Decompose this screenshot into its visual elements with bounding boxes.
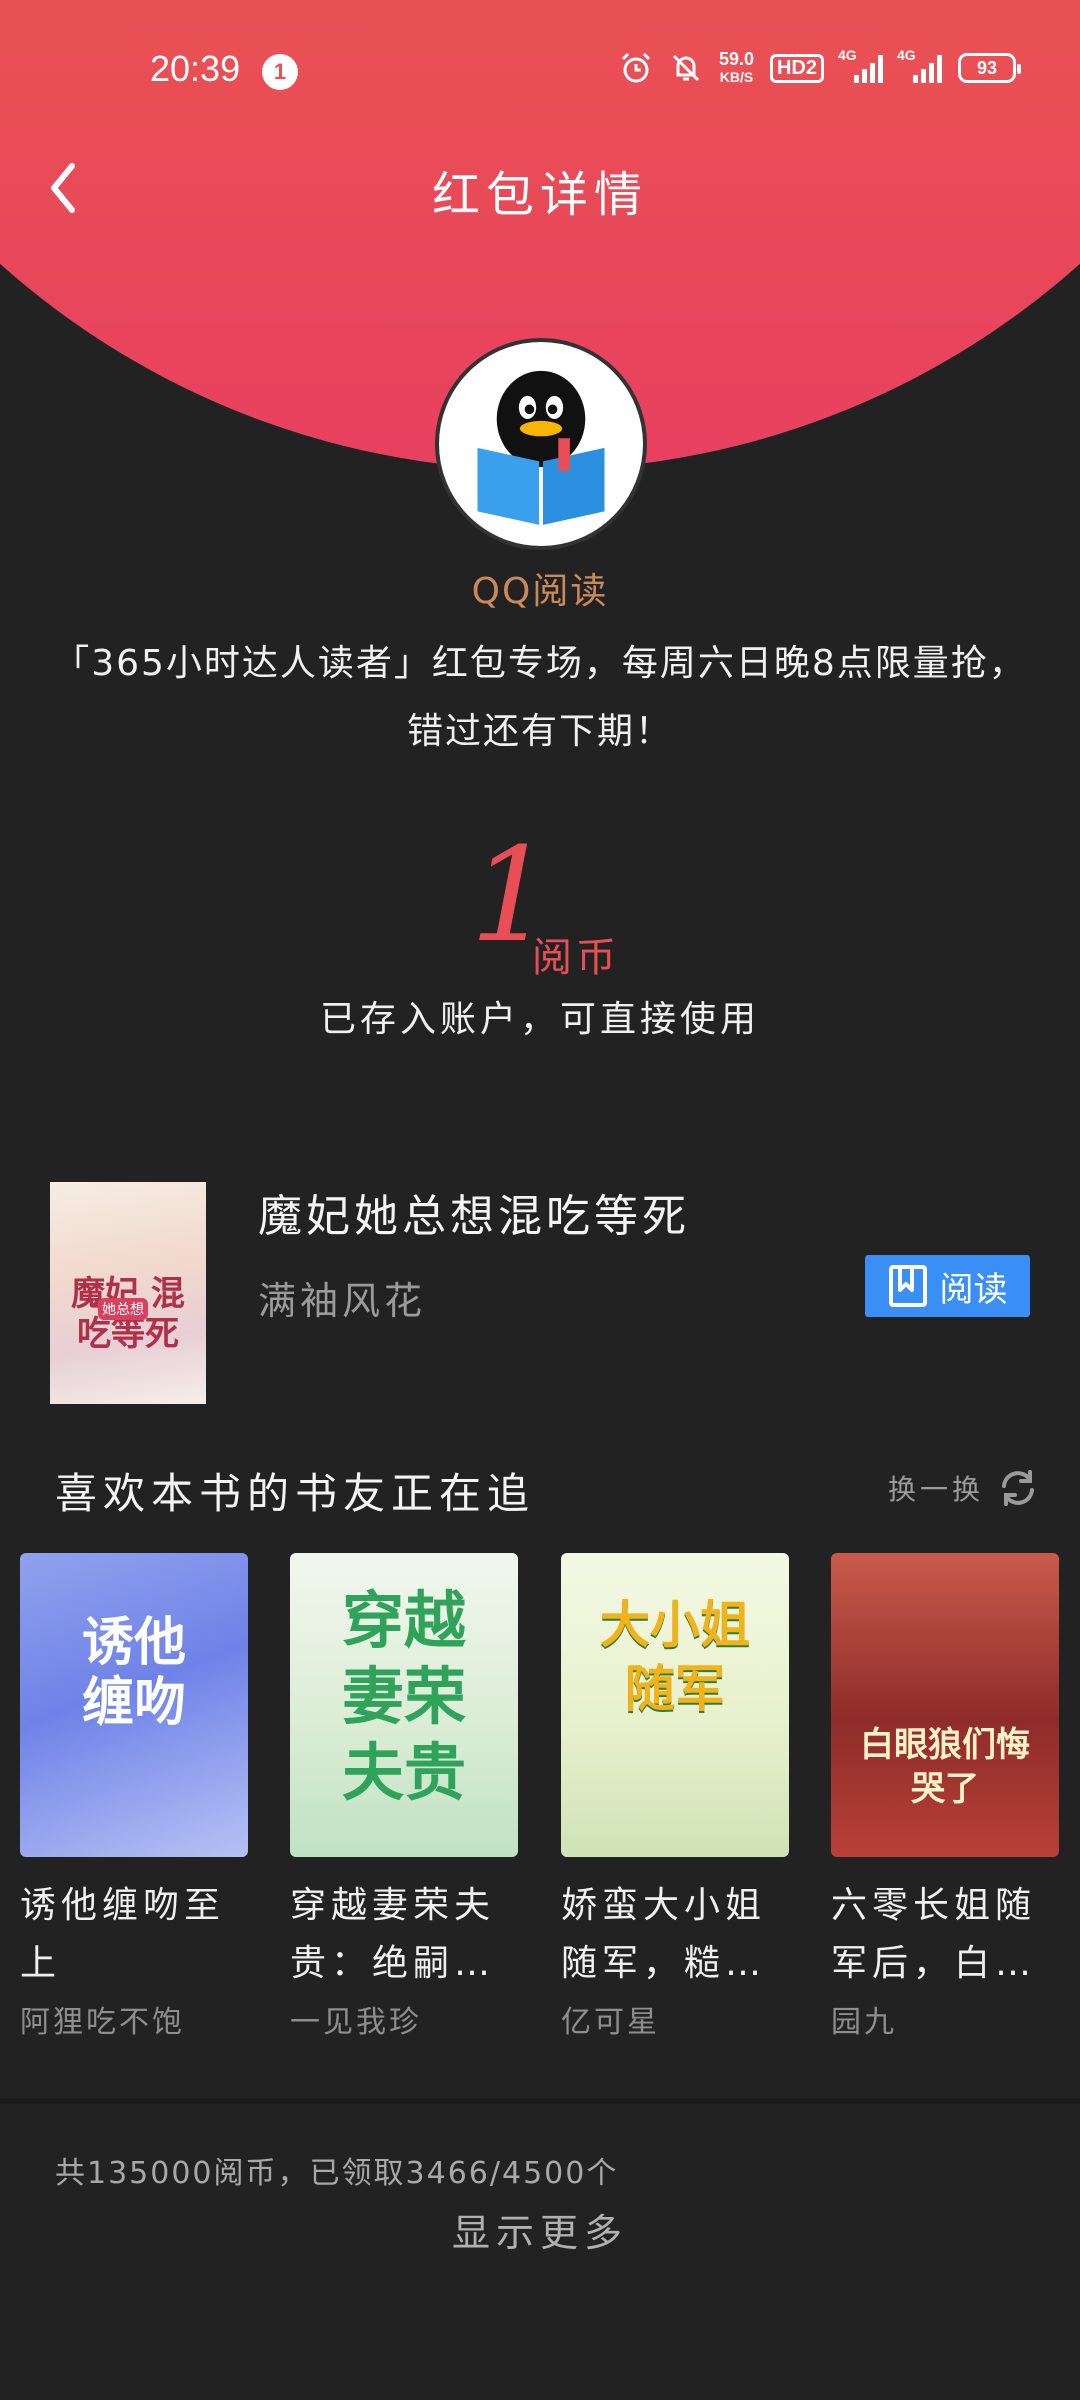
section-divider [0, 2098, 1080, 2104]
book-cover[interactable]: 魔妃 混吃等死 她总想 [50, 1182, 206, 1404]
battery-indicator: 93 [958, 53, 1021, 83]
recommend-author: 园九 [831, 2005, 897, 2040]
network-speed: 59.0 KB/S [719, 50, 754, 86]
signal-icon: 4G [838, 47, 883, 83]
recommend-item[interactable]: 白眼狼们悔哭了 六零长姐随军后，白… 园九 [831, 1553, 1059, 2041]
mute-bell-icon [672, 54, 699, 82]
hd-voice-badge: HD2 [769, 53, 824, 83]
swap-button-label: 换一换 [887, 1473, 984, 1506]
recommend-item[interactable]: 诱他缠吻 诱他缠吻至上 阿狸吃不饱 [20, 1553, 248, 2041]
red-packet-message: 「365小时达人读者」红包专场，每周六日晚8点限量抢，错过还有下期！ [53, 643, 1027, 752]
sender-avatar [435, 338, 647, 550]
recommend-cover: 大小姐随军 [561, 1553, 789, 1857]
recommend-cover-text: 穿越妻荣夫贵 [341, 1584, 466, 1809]
recommend-item[interactable]: 穿越妻荣夫贵 穿越妻荣夫贵：绝嗣… 一见我珍 [290, 1553, 518, 2041]
recommend-title: 诱他缠吻至上 [20, 1885, 226, 1984]
recommend-title: 娇蛮大小姐随军，糙… [561, 1885, 767, 1984]
recommend-author: 亿可星 [561, 2005, 660, 2040]
notification-badge: 1 [262, 54, 298, 90]
refresh-icon [1002, 1470, 1034, 1506]
recommend-cover: 白眼狼们悔哭了 [831, 1553, 1059, 1857]
recommend-title: 六零长姐随军后，白… [831, 1885, 1037, 1984]
signal-label: 4G [838, 47, 857, 63]
recommend-cover: 穿越妻荣夫贵 [290, 1553, 518, 1857]
book-author: 满袖风花 [258, 1279, 427, 1323]
alarm-icon [621, 52, 650, 83]
network-speed-value: 59.0 [718, 49, 754, 69]
status-bar: 20:39 1 59.0 KB/S HD2 4G 4G 93 [0, 40, 1080, 104]
recommend-section-title: 喜欢本书的书友正在追 [55, 1469, 536, 1518]
sender-name: QQ阅读 [471, 571, 609, 612]
recommend-cover-text: 白眼狼们悔哭了 [860, 1725, 1030, 1809]
book-icon [888, 1265, 927, 1307]
status-time: 20:39 [150, 48, 241, 89]
book-title[interactable]: 魔妃她总想混吃等死 [258, 1180, 690, 1244]
recommend-author: 阿狸吃不饱 [20, 2005, 185, 2040]
reward-note: 已存入账户，可直接使用 [319, 999, 760, 1040]
network-speed-unit: KB/S [719, 69, 754, 85]
signal-label-2: 4G [897, 47, 916, 63]
recommend-item[interactable]: 大小姐随军 娇蛮大小姐随军，糙… 亿可星 [561, 1553, 789, 2041]
packet-summary: 共135000阅币，已领取3466/4500个 [55, 2156, 619, 2191]
page-title: 红包详情 [431, 167, 648, 223]
recommend-cover-text: 大小姐随军 [600, 1596, 750, 1718]
read-button[interactable]: 阅读 [865, 1255, 1030, 1317]
recommend-cover-text: 诱他缠吻 [81, 1612, 186, 1733]
reward-unit: 阅币 [532, 935, 620, 981]
qq-reader-logo-icon [477, 370, 605, 525]
book-cover-badge: 她总想 [98, 1298, 148, 1320]
signal-icon-2: 4G [897, 47, 942, 83]
recommend-author: 一见我珍 [290, 2005, 422, 2040]
recommend-title: 穿越妻荣夫贵：绝嗣… [290, 1885, 496, 1984]
swap-button[interactable]: 换一换 [888, 1466, 1040, 1510]
show-more-button[interactable]: 显示更多 [0, 2202, 1080, 2257]
recommend-cover: 诱他缠吻 [20, 1553, 248, 1857]
read-button-label: 阅读 [939, 1269, 1008, 1310]
